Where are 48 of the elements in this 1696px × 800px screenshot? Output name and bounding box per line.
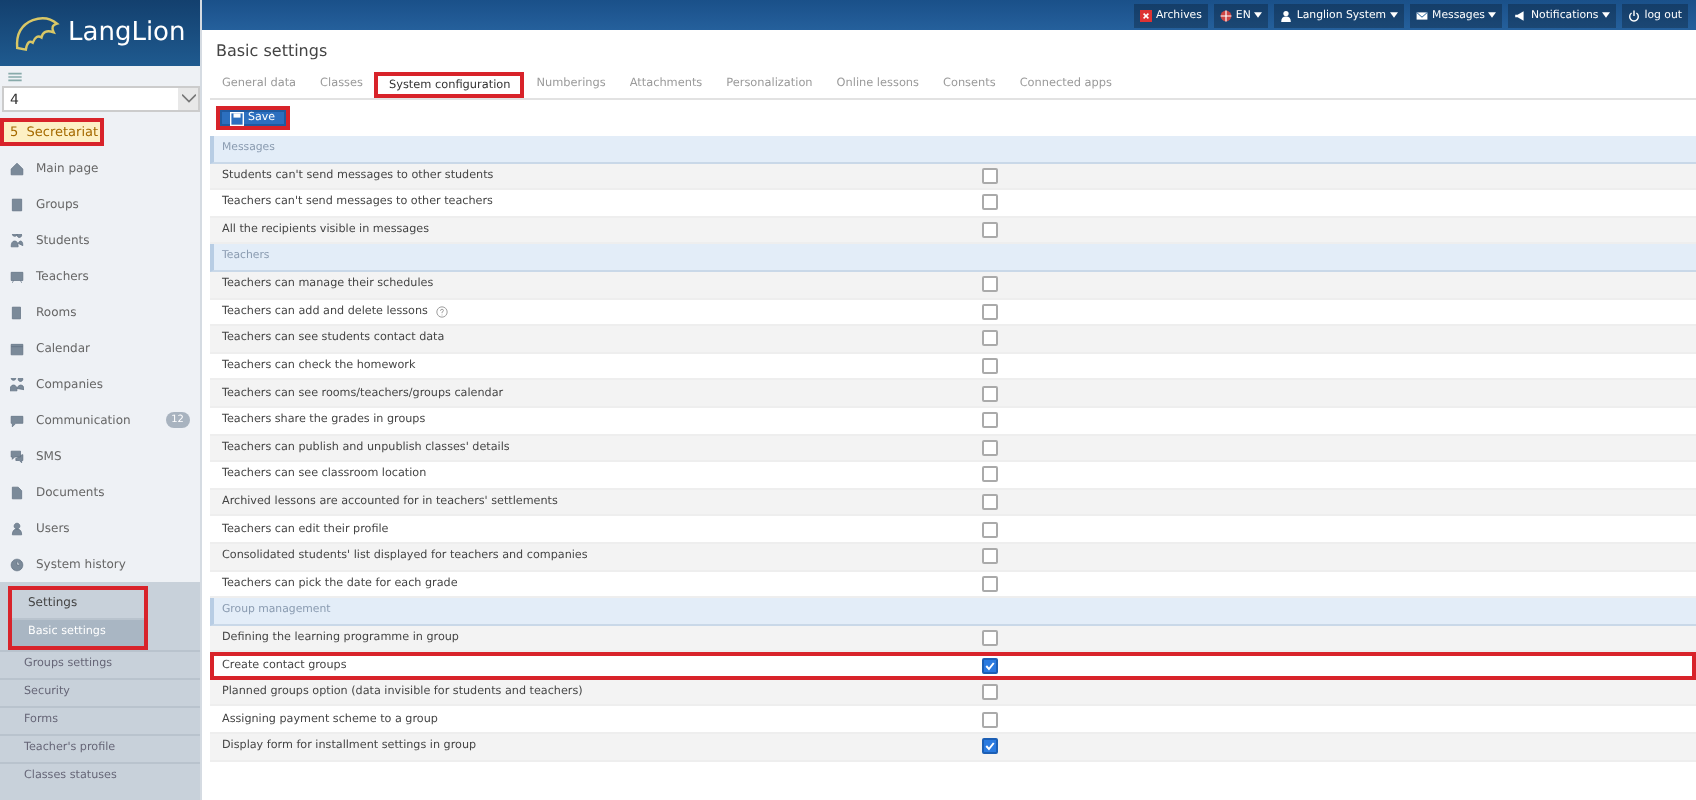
checkbox[interactable] — [982, 194, 998, 211]
help-icon[interactable] — [435, 305, 448, 318]
checkbox[interactable] — [982, 358, 998, 375]
chat-icon — [10, 413, 24, 427]
megaphone-icon — [1514, 9, 1527, 21]
person-icon — [10, 521, 24, 535]
house-icon — [10, 161, 24, 175]
checkbox[interactable] — [982, 276, 998, 293]
checkbox[interactable] — [982, 629, 998, 646]
chat-icon — [10, 449, 24, 463]
chevron-icon — [181, 94, 195, 104]
logo-text: LangLion — [68, 18, 186, 48]
checkbox[interactable] — [982, 548, 998, 565]
checkbox[interactable] — [982, 412, 998, 429]
document-icon — [10, 485, 24, 499]
checkbox[interactable] — [982, 521, 998, 538]
people-icon — [10, 377, 24, 391]
checkbox[interactable] — [982, 330, 998, 347]
checkbox[interactable] — [982, 303, 998, 320]
people-icon — [10, 233, 24, 247]
checkbox[interactable] — [982, 222, 998, 239]
book-icon — [10, 197, 24, 211]
flag-icon — [1219, 9, 1232, 21]
page-title: Basic settings — [216, 42, 330, 60]
grip-icon[interactable] — [8, 72, 22, 82]
power-icon — [1628, 9, 1641, 21]
checkbox[interactable] — [982, 494, 998, 511]
caret-icon — [1390, 12, 1399, 18]
checkbox[interactable] — [982, 738, 998, 755]
checkbox[interactable] — [982, 711, 998, 728]
checkbox[interactable] — [982, 684, 998, 701]
envelope-icon — [1416, 9, 1429, 21]
checkbox[interactable] — [982, 575, 998, 592]
caret-icon — [1488, 12, 1497, 18]
checkbox[interactable] — [982, 385, 998, 402]
calendar-icon — [10, 341, 24, 355]
checkbox[interactable] — [982, 167, 998, 184]
floppy-icon — [230, 111, 244, 125]
door-icon — [10, 305, 24, 319]
person-icon — [1280, 9, 1293, 21]
close-icon — [1139, 9, 1152, 21]
board-icon — [10, 269, 24, 283]
caret-icon — [1254, 12, 1263, 18]
caret-icon — [1602, 12, 1611, 18]
checkbox[interactable] — [982, 439, 998, 456]
checkbox[interactable] — [982, 466, 998, 483]
clock-icon — [10, 557, 24, 571]
checkbox[interactable] — [982, 657, 998, 674]
